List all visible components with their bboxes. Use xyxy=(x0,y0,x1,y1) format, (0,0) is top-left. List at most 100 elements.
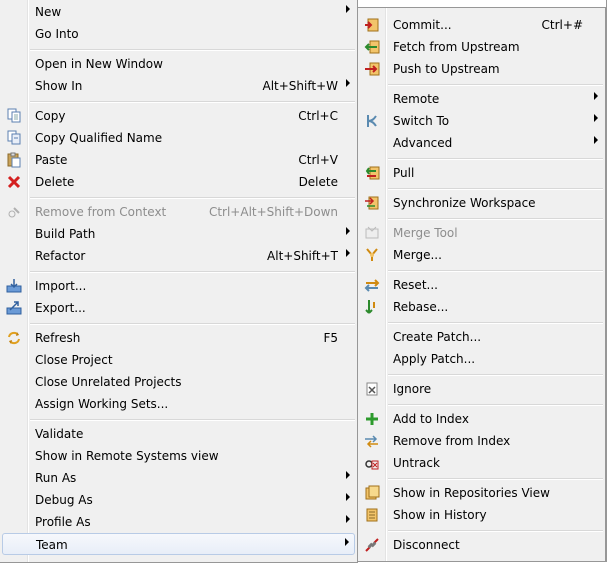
submenu-arrow-icon xyxy=(593,113,599,123)
main-item-refresh[interactable]: Refresh F5 xyxy=(2,327,355,349)
main-item-team[interactable]: Team xyxy=(2,533,355,555)
menu-item-label: Apply Patch... xyxy=(393,352,476,366)
menu-separator xyxy=(30,49,355,51)
menu-item-label: Copy xyxy=(35,109,66,123)
menu-item-label: Show In xyxy=(35,79,83,93)
team-item-untrack[interactable]: Untrack xyxy=(360,452,603,474)
main-item-show-in[interactable]: Show In Alt+Shift+W xyxy=(2,75,355,97)
main-item-close-unrelated-projects[interactable]: Close Unrelated Projects xyxy=(2,371,355,393)
menu-item-label: Show in Repositories View xyxy=(393,486,550,500)
repositories-view-icon xyxy=(364,485,380,501)
team-item-create-patch[interactable]: Create Patch... xyxy=(360,326,603,348)
menu-separator xyxy=(388,218,603,220)
delete-icon xyxy=(6,174,22,190)
team-item-fetch-from-upstream[interactable]: Fetch from Upstream xyxy=(360,36,603,58)
menu-item-label: Team xyxy=(36,538,68,552)
menu-item-label: Run As xyxy=(35,471,77,485)
team-item-show-in-repositories-view[interactable]: Show in Repositories View xyxy=(360,482,603,504)
menu-item-label: Validate xyxy=(35,427,84,441)
main-item-new[interactable]: New xyxy=(2,1,355,23)
team-item-remove-from-index[interactable]: Remove from Index xyxy=(360,430,603,452)
team-item-rebase[interactable]: Rebase... xyxy=(360,296,603,318)
main-item-delete[interactable]: Delete Delete xyxy=(2,171,355,193)
untrack-icon xyxy=(364,455,380,471)
main-item-refactor[interactable]: Refactor Alt+Shift+T xyxy=(2,245,355,267)
menu-item-label: Export... xyxy=(35,301,86,315)
menu-item-label: Import... xyxy=(35,279,87,293)
reset-icon xyxy=(364,277,380,293)
menu-item-shortcut: Alt+Shift+W xyxy=(262,79,339,93)
main-item-open-in-new-window[interactable]: Open in New Window xyxy=(2,53,355,75)
team-item-apply-patch[interactable]: Apply Patch... xyxy=(360,348,603,370)
menu-item-shortcut: Alt+Shift+T xyxy=(267,249,338,263)
main-item-run-as[interactable]: Run As xyxy=(2,467,355,489)
menu-item-shortcut: Ctrl+# xyxy=(541,18,583,32)
submenu-arrow-icon xyxy=(345,492,351,502)
menu-item-label: Show in History xyxy=(393,508,487,522)
remove-from-index-icon xyxy=(364,433,380,449)
main-item-assign-working-sets[interactable]: Assign Working Sets... xyxy=(2,393,355,415)
menu-item-label: Build Path xyxy=(35,227,96,241)
main-item-show-in-remote-systems-view[interactable]: Show in Remote Systems view xyxy=(2,445,355,467)
merge-tool-icon xyxy=(364,225,380,241)
menu-item-label: Pull xyxy=(393,166,415,180)
menu-item-label: Paste xyxy=(35,153,68,167)
menu-item-label: Remote xyxy=(393,92,440,106)
main-item-remove-from-context: Remove from Context Ctrl+Alt+Shift+Down xyxy=(2,201,355,223)
import-icon xyxy=(6,278,22,294)
team-item-pull[interactable]: Pull xyxy=(360,162,603,184)
menu-item-label: Merge Tool xyxy=(393,226,458,240)
pull-icon xyxy=(364,165,380,181)
submenu-arrow-icon xyxy=(345,470,351,480)
menu-item-label: Refresh xyxy=(35,331,81,345)
merge-icon xyxy=(364,247,380,263)
submenu-arrow-icon xyxy=(345,4,351,14)
team-item-merge[interactable]: Merge... xyxy=(360,244,603,266)
team-item-merge-tool: Merge Tool xyxy=(360,222,603,244)
main-item-close-project[interactable]: Close Project xyxy=(2,349,355,371)
add-to-index-icon xyxy=(364,411,380,427)
submenu-arrow-icon xyxy=(345,248,351,258)
main-item-go-into[interactable]: Go Into xyxy=(2,23,355,45)
menu-item-shortcut: Ctrl+Alt+Shift+Down xyxy=(208,205,338,219)
team-submenu: Commit... Ctrl+# Fetch from Upstream Push t… xyxy=(357,7,606,562)
main-item-copy[interactable]: Copy Ctrl+C xyxy=(2,105,355,127)
team-item-add-to-index[interactable]: Add to Index xyxy=(360,408,603,430)
main-item-profile-as[interactable]: Profile As xyxy=(2,511,355,533)
copy-qualified-name-icon xyxy=(6,130,22,146)
disconnect-icon xyxy=(364,537,380,553)
team-item-show-in-history[interactable]: Show in History xyxy=(360,504,603,526)
team-item-advanced[interactable]: Advanced xyxy=(360,132,603,154)
menu-separator xyxy=(30,271,355,273)
menu-separator xyxy=(388,322,603,324)
main-item-paste[interactable]: Paste Ctrl+V xyxy=(2,149,355,171)
main-item-validate[interactable]: Validate xyxy=(2,423,355,445)
team-item-reset[interactable]: Reset... xyxy=(360,274,603,296)
ignore-icon xyxy=(364,381,380,397)
team-item-push-to-upstream[interactable]: Push to Upstream xyxy=(360,58,603,80)
menu-item-label: New xyxy=(35,5,62,19)
menu-separator xyxy=(388,188,603,190)
synchronize-icon xyxy=(364,195,380,211)
team-item-switch-to[interactable]: Switch To xyxy=(360,110,603,132)
menu-item-label: Switch To xyxy=(393,114,450,128)
team-item-remote[interactable]: Remote xyxy=(360,88,603,110)
menu-separator xyxy=(388,84,603,86)
main-item-export[interactable]: Export... xyxy=(2,297,355,319)
menu-item-label: Reset... xyxy=(393,278,438,292)
menu-item-label: Advanced xyxy=(393,136,453,150)
menu-item-label: Delete xyxy=(35,175,75,189)
main-item-build-path[interactable]: Build Path xyxy=(2,223,355,245)
team-item-disconnect[interactable]: Disconnect xyxy=(360,534,603,556)
menu-item-label: Refactor xyxy=(35,249,86,263)
team-item-commit[interactable]: Commit... Ctrl+# xyxy=(360,14,603,36)
push-icon xyxy=(364,61,380,77)
menu-separator xyxy=(30,323,355,325)
main-item-copy-qualified-name[interactable]: Copy Qualified Name xyxy=(2,127,355,149)
team-item-ignore[interactable]: Ignore xyxy=(360,378,603,400)
menu-item-label: Assign Working Sets... xyxy=(35,397,169,411)
main-item-import[interactable]: Import... xyxy=(2,275,355,297)
main-item-debug-as[interactable]: Debug As xyxy=(2,489,355,511)
menu-item-label: Profile As xyxy=(35,515,91,529)
team-item-synchronize-workspace[interactable]: Synchronize Workspace xyxy=(360,192,603,214)
